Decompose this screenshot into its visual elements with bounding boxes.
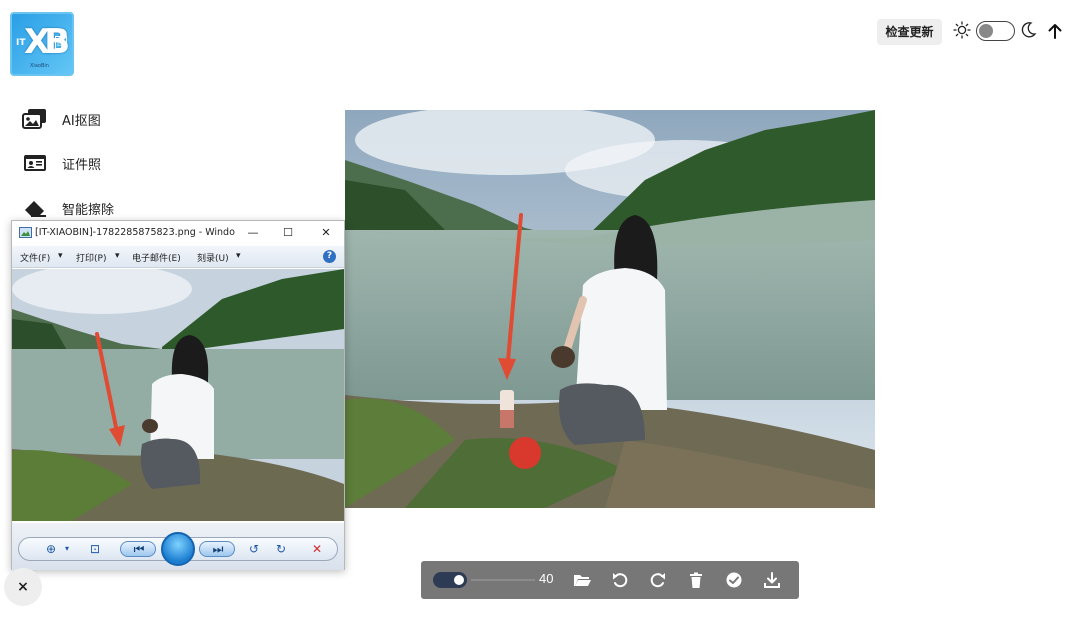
theme-toggle-knob: [979, 24, 993, 38]
viewer-titlebar[interactable]: [IT-XIAOBIN]-1782285875823.png - Window.…: [12, 221, 344, 245]
editor-toolbar: 40: [421, 561, 799, 599]
menu-file[interactable]: 文件(F): [20, 251, 50, 264]
eraser-icon: [25, 201, 46, 217]
sun-icon: [953, 21, 971, 39]
help-icon[interactable]: ?: [323, 250, 336, 263]
scroll-top-icon[interactable]: [1046, 22, 1064, 40]
menu-burn-arrow-icon[interactable]: ▾: [236, 251, 241, 261]
slideshow-button[interactable]: [161, 532, 195, 566]
id-card-icon: [24, 155, 46, 171]
delete-icon[interactable]: ✕: [308, 541, 326, 557]
menu-email[interactable]: 电子邮件(E): [132, 251, 181, 264]
close-icon[interactable]: ✕: [318, 225, 334, 241]
actual-size-icon[interactable]: ⊡: [86, 541, 104, 557]
menu-print[interactable]: 打印(P): [76, 251, 106, 264]
menu-burn[interactable]: 刻录(U): [197, 251, 229, 264]
moon-icon: [1021, 22, 1037, 38]
next-icon: ⏭: [212, 542, 224, 556]
brush-size-slider[interactable]: [471, 579, 535, 581]
rotate-left-icon[interactable]: ↺: [245, 541, 263, 557]
folder-open-icon[interactable]: [573, 571, 591, 589]
undo-icon[interactable]: [611, 571, 629, 589]
redo-icon[interactable]: [649, 571, 667, 589]
check-update-button[interactable]: 检查更新: [877, 19, 942, 45]
check-circle-icon[interactable]: [725, 571, 743, 589]
app-logo: IT XB 图 XiaoBin: [10, 12, 74, 76]
close-button[interactable]: ×: [4, 568, 42, 606]
brush-toggle[interactable]: [433, 572, 467, 588]
viewer-controls: ⊕ ▾ ⊡ ⏮ ⏭ ↺ ↻ ✕: [12, 523, 344, 570]
sidebar-item-smart-erase[interactable]: 智能擦除: [22, 196, 114, 220]
sidebar-item-id-photo[interactable]: 证件照: [22, 151, 101, 175]
brush-toggle-knob: [454, 575, 464, 585]
sidebar-item-label: AI抠图: [62, 113, 101, 129]
theme-toggle[interactable]: [976, 21, 1015, 41]
menu-print-arrow-icon[interactable]: ▾: [115, 251, 120, 261]
download-icon[interactable]: [763, 571, 781, 589]
logo-right-char: 图: [55, 36, 67, 49]
minimize-icon[interactable]: —: [245, 225, 261, 241]
lake-photo-preview: [12, 269, 344, 521]
editor-canvas-image[interactable]: [345, 110, 875, 508]
photo-viewer-window: [IT-XIAOBIN]-1782285875823.png - Window.…: [11, 220, 345, 570]
viewer-title: [IT-XIAOBIN]-1782285875823.png - Window.…: [35, 227, 235, 238]
lake-photo: [345, 110, 875, 508]
zoom-arrow-icon[interactable]: ▾: [58, 541, 76, 557]
brush-size-value: 40: [539, 571, 554, 586]
images-icon: [22, 109, 46, 129]
previous-icon: ⏮: [133, 542, 145, 556]
logo-subtitle: XiaoBin: [30, 63, 49, 69]
trash-icon[interactable]: [687, 571, 705, 589]
photo-viewer-app-icon: [19, 227, 32, 238]
maximize-icon[interactable]: ☐: [280, 225, 296, 241]
rotate-right-icon[interactable]: ↻: [272, 541, 290, 557]
sidebar-item-label: 智能擦除: [62, 202, 115, 218]
viewer-image: [12, 269, 344, 521]
sidebar-item-label: 证件照: [62, 157, 102, 173]
viewer-menubar: 文件(F) ▾ 打印(P) ▾ 电子邮件(E) 刻录(U) ▾ ?: [12, 246, 344, 268]
sidebar-item-ai-cutout[interactable]: AI抠图: [22, 107, 101, 131]
menu-file-arrow-icon[interactable]: ▾: [58, 251, 63, 261]
